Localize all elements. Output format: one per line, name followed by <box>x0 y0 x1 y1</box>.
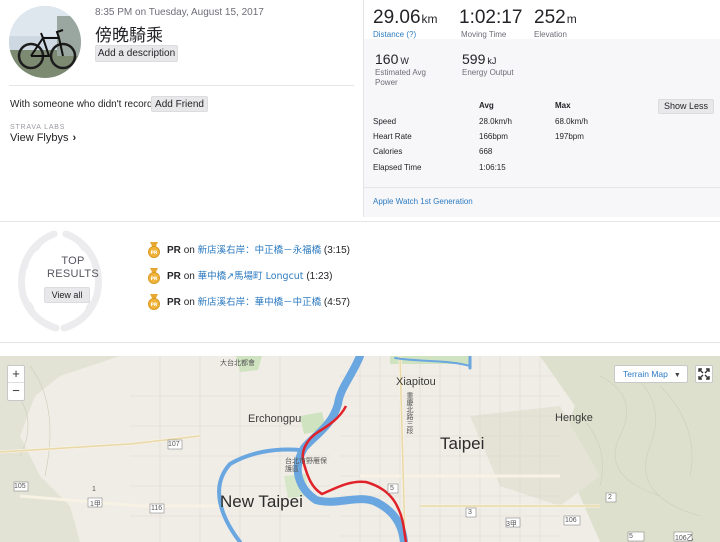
road-shield-1: 1 <box>92 486 96 493</box>
view-flybys-label: View Flybys <box>10 132 69 144</box>
zoom-in-button[interactable]: + <box>8 366 24 383</box>
zoom-control: + − <box>7 365 25 401</box>
svg-text:PR: PR <box>151 302 158 308</box>
with-someone-text: With someone who didn't record? <box>10 99 159 110</box>
list-item: PR PR on 華中橋↗馬場町 Longcut (1:23) <box>148 268 333 285</box>
place-label-xiapitou: Xiapitou <box>396 376 436 388</box>
energy-label: Energy Output <box>462 68 514 77</box>
distance-value: 29.06km <box>373 7 438 28</box>
table-cell-max: 68.0km/h <box>555 117 588 126</box>
on-text: on <box>183 271 195 282</box>
pr-medal-icon: PR <box>148 294 160 311</box>
segment-link[interactable]: 華中橋↗馬場町 Longcut <box>198 271 304 282</box>
svg-text:PR: PR <box>151 250 158 256</box>
street-label: 重慶北路三段 <box>406 392 413 434</box>
place-label-hengke: Hengke <box>555 412 593 424</box>
terrain-map-canvas <box>0 356 720 542</box>
device-link[interactable]: Apple Watch 1st Generation <box>373 197 473 206</box>
table-cell-max: 197bpm <box>555 132 584 141</box>
chevron-right-icon: › <box>72 132 77 144</box>
pr-medal-icon: PR <box>148 242 160 259</box>
pr-badge-text: PR <box>167 271 181 282</box>
expand-icon <box>698 368 710 380</box>
table-row-label: Elapsed Time <box>373 163 422 172</box>
table-row-label: Heart Rate <box>373 132 412 141</box>
table-cell-avg: 166bpm <box>479 132 508 141</box>
road-shield-3: 3 <box>468 509 472 516</box>
power-label: Estimated Avg Power <box>375 68 426 87</box>
fullscreen-button[interactable] <box>695 365 713 383</box>
caret-down-icon: ▼ <box>673 372 681 379</box>
table-row-label: Speed <box>373 117 397 126</box>
table-row-label: Calories <box>373 147 403 156</box>
segment-link[interactable]: 新店溪右岸：華中橋－中正橋 <box>198 297 322 308</box>
pr-badge-text: PR <box>167 245 181 256</box>
activity-datetime: 8:35 PM on Tuesday, August 15, 2017 <box>95 7 264 18</box>
place-label-taipei: Taipei <box>440 434 485 453</box>
segment-time: (1:23) <box>306 271 333 282</box>
view-all-button[interactable]: View all <box>44 287 90 303</box>
table-cell-avg: 1:06:15 <box>479 163 506 172</box>
segment-link[interactable]: 新店溪右岸：中正橋－永福橋 <box>198 245 322 256</box>
route-map[interactable]: 107 105 1甲 116 5 3甲 106 2 106乙 5 3 1 大台北… <box>0 356 720 542</box>
on-text: on <box>183 297 195 308</box>
map-type-dropdown[interactable]: Terrain Map ▼ <box>614 365 688 383</box>
table-cell-avg: 668 <box>479 147 493 156</box>
elevation-value: 252m <box>534 7 577 28</box>
activity-photo[interactable] <box>9 6 81 78</box>
power-value: 160 W <box>375 51 409 67</box>
road-shield-106: 106 <box>565 517 577 524</box>
moving-time-value: 1:02:17 <box>459 7 523 28</box>
add-description-button[interactable]: Add a description <box>95 45 178 62</box>
svg-text:PR: PR <box>151 276 158 282</box>
on-text: on <box>183 245 195 256</box>
secondary-stats-panel <box>363 39 720 217</box>
road-shield-5b: 5 <box>629 533 633 540</box>
divider <box>9 85 354 86</box>
road-shield-107: 107 <box>168 441 180 448</box>
segment-time: (4:57) <box>323 297 351 308</box>
road-shield-106b: 106乙 <box>675 535 694 542</box>
road-shield-2: 2 <box>608 494 612 501</box>
pr-badge-text: PR <box>167 297 181 308</box>
strava-labs-label: STRAVA LABS <box>10 124 66 131</box>
activity-title[interactable]: 傍晚騎乘 <box>95 21 163 46</box>
place-label-new-taipei: New Taipei <box>220 492 303 511</box>
list-item: PR PR on 新店溪右岸：華中橋－中正橋 (4:57) <box>148 294 351 311</box>
elevation-label: Elevation <box>534 30 567 39</box>
energy-value: 599 kJ <box>462 51 497 67</box>
map-type-label: Terrain Map <box>623 369 668 379</box>
view-flybys-link[interactable]: View Flybys › <box>10 132 76 144</box>
divider <box>363 187 720 188</box>
road-shield-1a: 1甲 <box>90 501 101 508</box>
divider <box>0 221 720 222</box>
road-shield-5: 5 <box>390 485 394 492</box>
zoom-out-button[interactable]: − <box>8 383 24 400</box>
place-label-erchongpu: Erchongpu <box>248 413 302 425</box>
top-results-heading: TOP RESULTS <box>46 255 100 280</box>
moving-time-label: Moving Time <box>461 30 507 39</box>
bicycle-photo-image <box>9 6 81 78</box>
show-less-button[interactable]: Show Less <box>658 99 714 114</box>
list-item: PR PR on 新店溪右岸：中正橋－永福橋 (3:15) <box>148 242 351 259</box>
distance-label-link[interactable]: Distance (?) <box>373 30 416 39</box>
table-header-max: Max <box>555 101 571 110</box>
table-cell-avg: 28.0km/h <box>479 117 512 126</box>
divider <box>0 342 720 343</box>
add-friend-button[interactable]: Add Friend <box>151 96 208 112</box>
road-shield-3a: 3甲 <box>506 521 517 528</box>
segment-time: (3:15) <box>323 245 351 256</box>
table-header-avg: Avg <box>479 101 494 110</box>
road-shield-116: 116 <box>151 505 163 512</box>
district-label: 台北市野雁保護區 <box>285 458 327 473</box>
road-shield-105: 105 <box>14 483 26 490</box>
pr-medal-icon: PR <box>148 268 160 285</box>
district-label: 大台北都會 <box>220 360 255 367</box>
